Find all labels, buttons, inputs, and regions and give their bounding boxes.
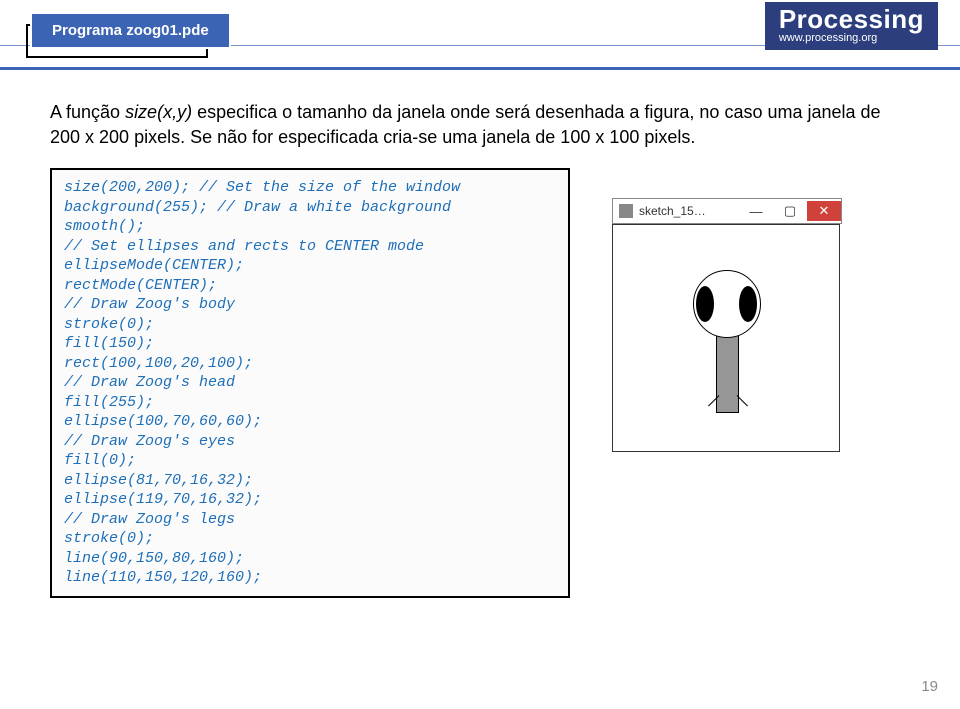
code-line: ellipseMode(CENTER); xyxy=(64,256,556,276)
sketch-canvas xyxy=(612,224,840,452)
code-listing: size(200,200); // Set the size of the wi… xyxy=(50,168,570,598)
sketch-titlebar: sketch_15… — ▢ ✕ xyxy=(612,198,842,224)
processing-logo: Processing www.processing.org xyxy=(765,2,938,50)
code-line: fill(150); xyxy=(64,334,556,354)
code-line: fill(0); xyxy=(64,451,556,471)
intro-prefix: A função xyxy=(50,102,125,122)
page-number: 19 xyxy=(921,678,938,695)
maximize-button[interactable]: ▢ xyxy=(773,201,807,221)
header-bar: Programa zoog01.pde Processing www.proce… xyxy=(0,0,960,70)
code-line: // Set ellipses and rects to CENTER mode xyxy=(64,237,556,257)
sketch-output-window: sketch_15… — ▢ ✕ xyxy=(612,198,842,452)
code-line: smooth(); xyxy=(64,217,556,237)
sketch-window-title: sketch_15… xyxy=(639,204,739,218)
logo-name: Processing xyxy=(779,6,924,32)
code-line: rectMode(CENTER); xyxy=(64,276,556,296)
code-line: stroke(0); xyxy=(64,315,556,335)
intro-function-name: size(x,y) xyxy=(125,102,192,122)
intro-paragraph: A função size(x,y) especifica o tamanho … xyxy=(50,100,910,150)
zoog-eye-right xyxy=(739,286,757,322)
code-line: // Draw Zoog's head xyxy=(64,373,556,393)
slide-title-text: Programa zoog01.pde xyxy=(52,22,209,39)
code-line: ellipse(100,70,60,60); xyxy=(64,412,556,432)
code-line: background(255); // Draw a white backgro… xyxy=(64,198,556,218)
code-line: stroke(0); xyxy=(64,529,556,549)
minimize-button[interactable]: — xyxy=(739,201,773,221)
zoog-eye-left xyxy=(696,286,714,322)
code-line: size(200,200); // Set the size of the wi… xyxy=(64,178,556,198)
sketch-app-icon xyxy=(619,204,633,218)
code-line: // Draw Zoog's eyes xyxy=(64,432,556,452)
close-button[interactable]: ✕ xyxy=(807,201,841,221)
code-line: ellipse(81,70,16,32); xyxy=(64,471,556,491)
code-line: rect(100,100,20,100); xyxy=(64,354,556,374)
code-line: // Draw Zoog's legs xyxy=(64,510,556,530)
code-line: line(110,150,120,160); xyxy=(64,568,556,588)
code-line: fill(255); xyxy=(64,393,556,413)
code-line: line(90,150,80,160); xyxy=(64,549,556,569)
code-line: ellipse(119,70,16,32); xyxy=(64,490,556,510)
code-line: // Draw Zoog's body xyxy=(64,295,556,315)
slide-title-tab: Programa zoog01.pde xyxy=(30,12,231,49)
